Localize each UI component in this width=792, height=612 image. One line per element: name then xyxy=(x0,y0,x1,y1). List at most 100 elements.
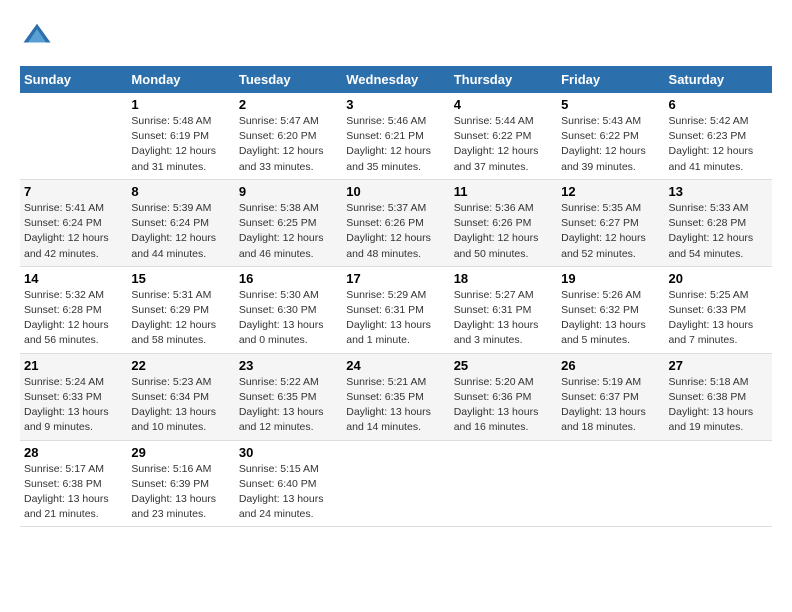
day-number: 23 xyxy=(239,358,338,373)
calendar-cell: 28Sunrise: 5:17 AM Sunset: 6:38 PM Dayli… xyxy=(20,440,127,527)
calendar-cell xyxy=(557,440,664,527)
calendar-cell: 10 Sunrise: 5:37 AM Sunset: 6:26 PM Dayli… xyxy=(342,179,449,266)
day-number: 5 xyxy=(561,97,660,112)
calendar-cell: 6 Sunrise: 5:42 AM Sunset: 6:23 PM Daylig… xyxy=(665,93,772,179)
calendar-cell: 27 Sunrise: 5:18 AM Sunset: 6:38 PM Dayli… xyxy=(665,353,772,440)
day-info: Sunrise: 5:16 AM Sunset: 6:39 PM Dayligh… xyxy=(131,462,230,523)
day-info: Sunrise: 5:15 AM Sunset: 6:40 PM Dayligh… xyxy=(239,462,338,523)
day-info: Sunrise: 5:26 AM Sunset: 6:32 PM Dayligh… xyxy=(561,288,660,349)
day-number: 18 xyxy=(454,271,553,286)
calendar-cell xyxy=(450,440,557,527)
day-info: Sunrise: 5:42 AM Sunset: 6:23 PM Dayligh… xyxy=(669,114,768,175)
calendar-cell: 2 Sunrise: 5:47 AM Sunset: 6:20 PM Daylig… xyxy=(235,93,342,179)
calendar-cell: 3 Sunrise: 5:46 AM Sunset: 6:21 PM Daylig… xyxy=(342,93,449,179)
weekday-header-saturday: Saturday xyxy=(665,66,772,93)
day-number: 26 xyxy=(561,358,660,373)
day-number: 13 xyxy=(669,184,768,199)
day-info: Sunrise: 5:22 AM Sunset: 6:35 PM Dayligh… xyxy=(239,375,338,436)
calendar-cell: 4 Sunrise: 5:44 AM Sunset: 6:22 PM Daylig… xyxy=(450,93,557,179)
calendar-cell: 8Sunrise: 5:39 AM Sunset: 6:24 PM Daylig… xyxy=(127,179,234,266)
week-row: 1 Sunrise: 5:48 AM Sunset: 6:19 PM Daylig… xyxy=(20,93,772,179)
weekday-header-wednesday: Wednesday xyxy=(342,66,449,93)
day-number: 25 xyxy=(454,358,553,373)
day-number: 20 xyxy=(669,271,768,286)
day-number: 12 xyxy=(561,184,660,199)
calendar-cell: 16Sunrise: 5:30 AM Sunset: 6:30 PM Dayli… xyxy=(235,266,342,353)
day-number: 15 xyxy=(131,271,230,286)
day-info: Sunrise: 5:27 AM Sunset: 6:31 PM Dayligh… xyxy=(454,288,553,349)
day-info: Sunrise: 5:41 AM Sunset: 6:24 PM Dayligh… xyxy=(24,201,123,262)
calendar-cell: 1 Sunrise: 5:48 AM Sunset: 6:19 PM Daylig… xyxy=(127,93,234,179)
calendar-cell: 23 Sunrise: 5:22 AM Sunset: 6:35 PM Dayli… xyxy=(235,353,342,440)
calendar-cell: 9 Sunrise: 5:38 AM Sunset: 6:25 PM Daylig… xyxy=(235,179,342,266)
day-info: Sunrise: 5:18 AM Sunset: 6:38 PM Dayligh… xyxy=(669,375,768,436)
day-info: Sunrise: 5:46 AM Sunset: 6:21 PM Dayligh… xyxy=(346,114,445,175)
day-info: Sunrise: 5:35 AM Sunset: 6:27 PM Dayligh… xyxy=(561,201,660,262)
calendar-cell xyxy=(665,440,772,527)
day-info: Sunrise: 5:32 AM Sunset: 6:28 PM Dayligh… xyxy=(24,288,123,349)
day-number: 3 xyxy=(346,97,445,112)
calendar-body: 1 Sunrise: 5:48 AM Sunset: 6:19 PM Daylig… xyxy=(20,93,772,527)
weekday-header-sunday: Sunday xyxy=(20,66,127,93)
day-number: 4 xyxy=(454,97,553,112)
calendar-header: SundayMondayTuesdayWednesdayThursdayFrid… xyxy=(20,66,772,93)
calendar-cell: 13 Sunrise: 5:33 AM Sunset: 6:28 PM Dayli… xyxy=(665,179,772,266)
calendar-cell xyxy=(342,440,449,527)
day-number: 9 xyxy=(239,184,338,199)
day-info: Sunrise: 5:33 AM Sunset: 6:28 PM Dayligh… xyxy=(669,201,768,262)
day-info: Sunrise: 5:44 AM Sunset: 6:22 PM Dayligh… xyxy=(454,114,553,175)
calendar-cell xyxy=(20,93,127,179)
day-info: Sunrise: 5:39 AM Sunset: 6:24 PM Dayligh… xyxy=(131,201,230,262)
calendar-cell: 26 Sunrise: 5:19 AM Sunset: 6:37 PM Dayli… xyxy=(557,353,664,440)
day-info: Sunrise: 5:19 AM Sunset: 6:37 PM Dayligh… xyxy=(561,375,660,436)
day-info: Sunrise: 5:25 AM Sunset: 6:33 PM Dayligh… xyxy=(669,288,768,349)
day-info: Sunrise: 5:30 AM Sunset: 6:30 PM Dayligh… xyxy=(239,288,338,349)
calendar-cell: 5 Sunrise: 5:43 AM Sunset: 6:22 PM Daylig… xyxy=(557,93,664,179)
calendar-cell: 12 Sunrise: 5:35 AM Sunset: 6:27 PM Dayli… xyxy=(557,179,664,266)
day-info: Sunrise: 5:38 AM Sunset: 6:25 PM Dayligh… xyxy=(239,201,338,262)
calendar-cell: 21 Sunrise: 5:24 AM Sunset: 6:33 PM Dayli… xyxy=(20,353,127,440)
calendar-cell: 15 Sunrise: 5:31 AM Sunset: 6:29 PM Dayli… xyxy=(127,266,234,353)
day-number: 24 xyxy=(346,358,445,373)
day-info: Sunrise: 5:23 AM Sunset: 6:34 PM Dayligh… xyxy=(131,375,230,436)
weekday-header-tuesday: Tuesday xyxy=(235,66,342,93)
calendar-cell: 30 Sunrise: 5:15 AM Sunset: 6:40 PM Dayli… xyxy=(235,440,342,527)
day-info: Sunrise: 5:24 AM Sunset: 6:33 PM Dayligh… xyxy=(24,375,123,436)
day-info: Sunrise: 5:43 AM Sunset: 6:22 PM Dayligh… xyxy=(561,114,660,175)
calendar-cell: 17Sunrise: 5:29 AM Sunset: 6:31 PM Dayli… xyxy=(342,266,449,353)
calendar-cell: 19Sunrise: 5:26 AM Sunset: 6:32 PM Dayli… xyxy=(557,266,664,353)
week-row: 21 Sunrise: 5:24 AM Sunset: 6:33 PM Dayli… xyxy=(20,353,772,440)
day-number: 10 xyxy=(346,184,445,199)
weekday-header-row: SundayMondayTuesdayWednesdayThursdayFrid… xyxy=(20,66,772,93)
calendar-cell: 18 Sunrise: 5:27 AM Sunset: 6:31 PM Dayli… xyxy=(450,266,557,353)
calendar-cell: 7Sunrise: 5:41 AM Sunset: 6:24 PM Daylig… xyxy=(20,179,127,266)
day-info: Sunrise: 5:36 AM Sunset: 6:26 PM Dayligh… xyxy=(454,201,553,262)
page-header xyxy=(20,20,772,50)
calendar-cell: 11 Sunrise: 5:36 AM Sunset: 6:26 PM Dayli… xyxy=(450,179,557,266)
calendar-cell: 25 Sunrise: 5:20 AM Sunset: 6:36 PM Dayli… xyxy=(450,353,557,440)
day-number: 11 xyxy=(454,184,553,199)
day-info: Sunrise: 5:47 AM Sunset: 6:20 PM Dayligh… xyxy=(239,114,338,175)
calendar-cell: 22 Sunrise: 5:23 AM Sunset: 6:34 PM Dayli… xyxy=(127,353,234,440)
day-number: 2 xyxy=(239,97,338,112)
weekday-header-thursday: Thursday xyxy=(450,66,557,93)
day-number: 6 xyxy=(669,97,768,112)
day-number: 1 xyxy=(131,97,230,112)
day-info: Sunrise: 5:48 AM Sunset: 6:19 PM Dayligh… xyxy=(131,114,230,175)
calendar-cell: 20 Sunrise: 5:25 AM Sunset: 6:33 PM Dayli… xyxy=(665,266,772,353)
day-number: 30 xyxy=(239,445,338,460)
day-info: Sunrise: 5:20 AM Sunset: 6:36 PM Dayligh… xyxy=(454,375,553,436)
day-number: 22 xyxy=(131,358,230,373)
day-info: Sunrise: 5:17 AM Sunset: 6:38 PM Dayligh… xyxy=(24,462,123,523)
day-info: Sunrise: 5:31 AM Sunset: 6:29 PM Dayligh… xyxy=(131,288,230,349)
week-row: 7Sunrise: 5:41 AM Sunset: 6:24 PM Daylig… xyxy=(20,179,772,266)
logo-icon xyxy=(22,20,52,50)
weekday-header-friday: Friday xyxy=(557,66,664,93)
logo xyxy=(20,20,58,50)
weekday-header-monday: Monday xyxy=(127,66,234,93)
day-number: 17 xyxy=(346,271,445,286)
day-number: 27 xyxy=(669,358,768,373)
calendar-cell: 29Sunrise: 5:16 AM Sunset: 6:39 PM Dayli… xyxy=(127,440,234,527)
day-info: Sunrise: 5:37 AM Sunset: 6:26 PM Dayligh… xyxy=(346,201,445,262)
day-number: 21 xyxy=(24,358,123,373)
